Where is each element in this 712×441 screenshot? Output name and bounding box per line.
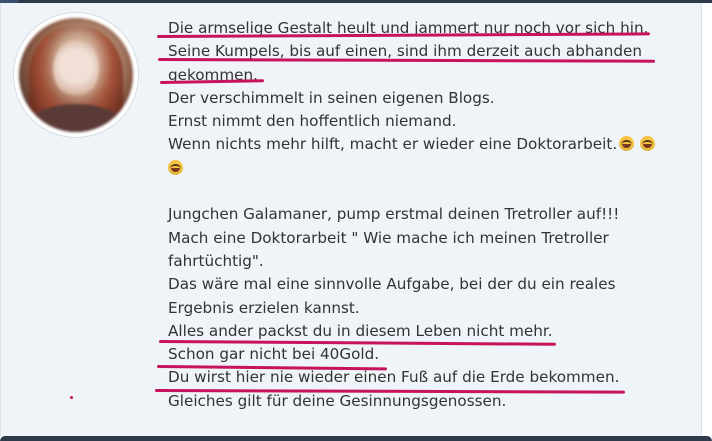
emoji-line [168, 157, 668, 180]
comment-line: Der verschimmelt in seinen eigenen Blogs… [168, 88, 495, 107]
comment-line: Ernst nimmt den hoffentlich niemand. [168, 112, 457, 131]
comment-line: Ergebnis erzielen kannst. [168, 298, 360, 317]
comment-line-text: Wenn nichts mehr hilft, macht er wieder … [168, 135, 618, 154]
avatar-face [53, 40, 99, 98]
bottom-frame-bar [0, 436, 712, 441]
avatar-image [19, 18, 133, 132]
comment-line: fahrtüchtig". [168, 251, 264, 270]
comment-line: Schon gar nicht bei 40Gold. [168, 345, 380, 364]
laughing-tears-emoji-icon [168, 159, 183, 175]
comment-line: Mach eine Doktorarbeit " Wie mache ich m… [168, 228, 609, 247]
comment-line: gekommen. [168, 65, 258, 84]
comment-line: Gleiches gilt für deine Gesinnungsgenoss… [168, 391, 507, 410]
comment-line: Du wirst hier nie wieder einen Fuß auf d… [168, 368, 620, 387]
avatar[interactable] [14, 13, 138, 137]
comment-post: Die armselige Gestalt heult und jammert … [0, 3, 702, 436]
comment-line: Das wäre mal eine sinnvolle Aufgabe, bei… [168, 275, 616, 294]
comment-line-with-emoji: Wenn nichts mehr hilft, macht er wieder … [168, 133, 668, 156]
laughing-tears-emoji-icon [619, 136, 635, 152]
comment-line: Jungchen Galamaner, pump erstmal deinen … [168, 205, 620, 224]
annotation-dot [70, 396, 73, 399]
comment-text: Die armselige Gestalt heult und jammert … [168, 17, 668, 413]
rofl-emoji-icon [640, 136, 656, 152]
